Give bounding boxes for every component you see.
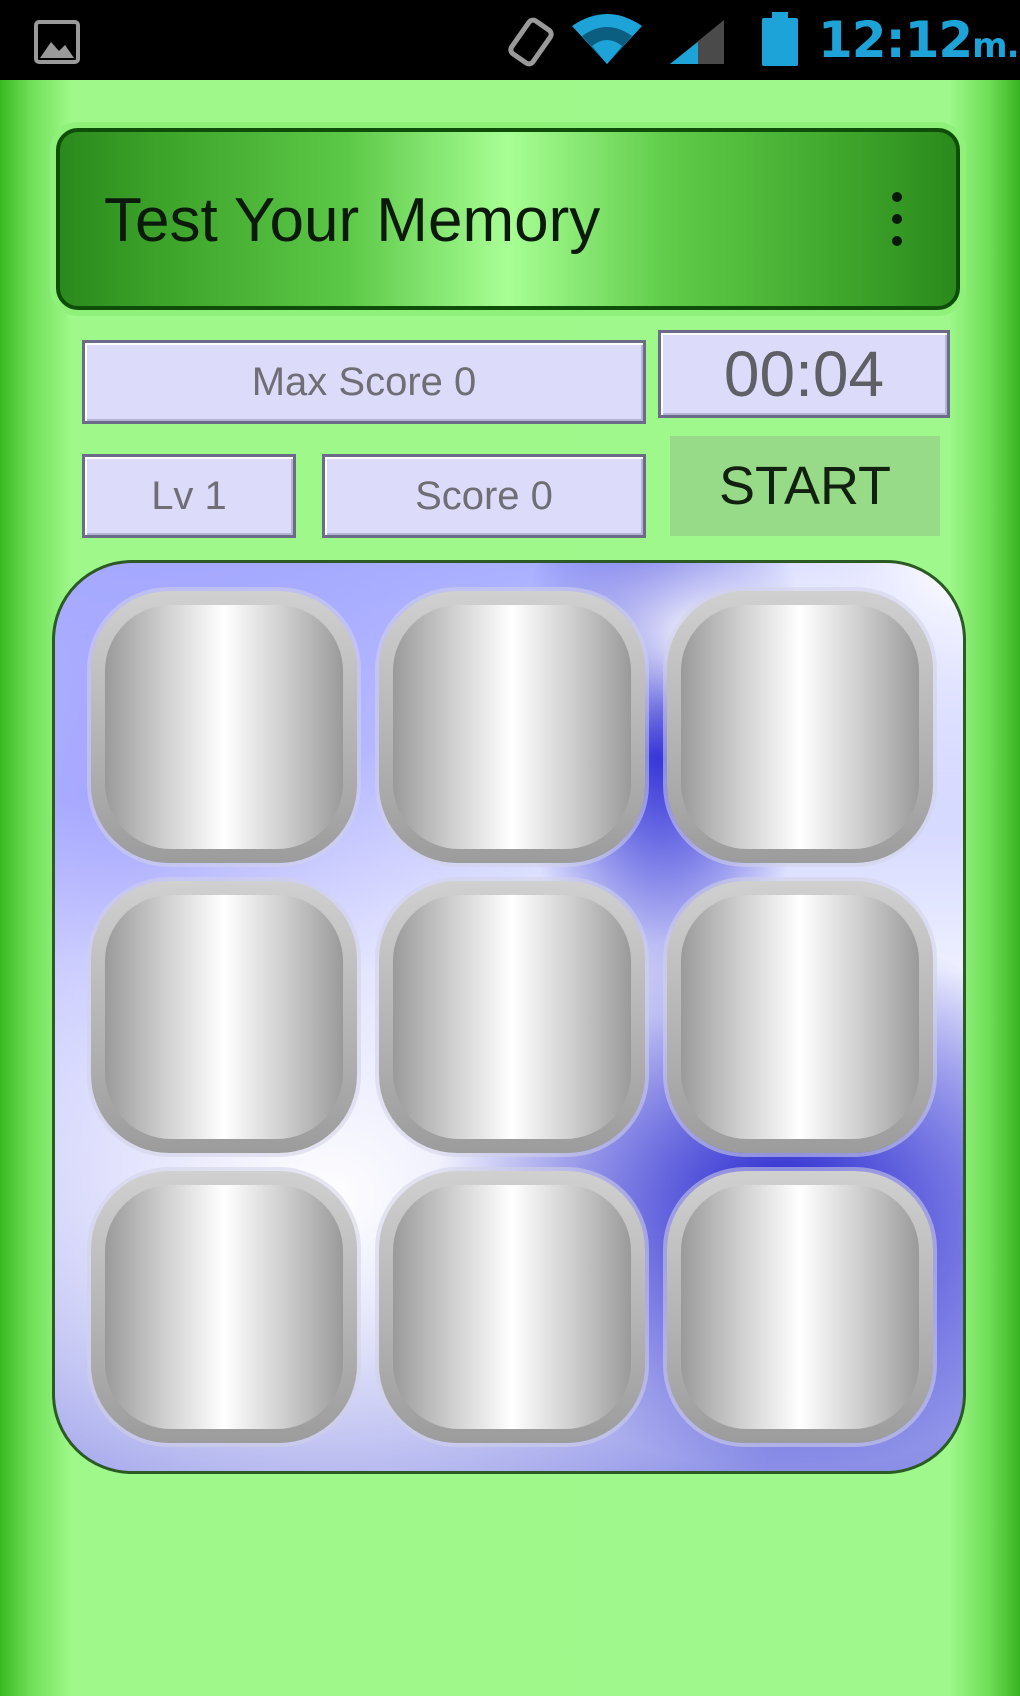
screen-rotation-icon bbox=[508, 17, 554, 67]
battery-icon bbox=[762, 12, 798, 66]
clock-time: 12:12 bbox=[818, 11, 973, 69]
tile-5[interactable] bbox=[379, 881, 645, 1153]
cell-signal-icon bbox=[670, 20, 724, 64]
wifi-icon bbox=[572, 14, 642, 64]
max-score-display: Max Score 0 bbox=[82, 340, 646, 424]
tile-face bbox=[393, 1185, 631, 1429]
tile-4[interactable] bbox=[91, 881, 357, 1153]
tile-face bbox=[393, 605, 631, 849]
game-board bbox=[52, 560, 966, 1474]
tile-3[interactable] bbox=[667, 591, 933, 863]
tile-face bbox=[681, 895, 919, 1139]
tile-face bbox=[105, 605, 343, 849]
tile-face bbox=[681, 605, 919, 849]
tile-8[interactable] bbox=[379, 1171, 645, 1443]
tile-9[interactable] bbox=[667, 1171, 933, 1443]
level-display: Lv 1 bbox=[82, 454, 296, 538]
timer-display: 00:04 bbox=[658, 330, 950, 418]
clock-suffix: m. bbox=[972, 26, 1019, 66]
start-button[interactable]: START bbox=[670, 436, 940, 536]
tile-face bbox=[105, 1185, 343, 1429]
tile-7[interactable] bbox=[91, 1171, 357, 1443]
tile-face bbox=[105, 895, 343, 1139]
more-vert-icon[interactable] bbox=[882, 192, 912, 252]
tile-face bbox=[393, 895, 631, 1139]
tile-face bbox=[681, 1185, 919, 1429]
tile-1[interactable] bbox=[91, 591, 357, 863]
status-bar: 12:12m. bbox=[0, 0, 1020, 80]
tile-6[interactable] bbox=[667, 881, 933, 1153]
tile-2[interactable] bbox=[379, 591, 645, 863]
action-bar: Test Your Memory bbox=[56, 128, 960, 310]
score-display: Score 0 bbox=[322, 454, 646, 538]
app-title: Test Your Memory bbox=[104, 186, 601, 255]
gallery-icon bbox=[34, 20, 80, 64]
clock: 12:12m. bbox=[818, 8, 1020, 72]
